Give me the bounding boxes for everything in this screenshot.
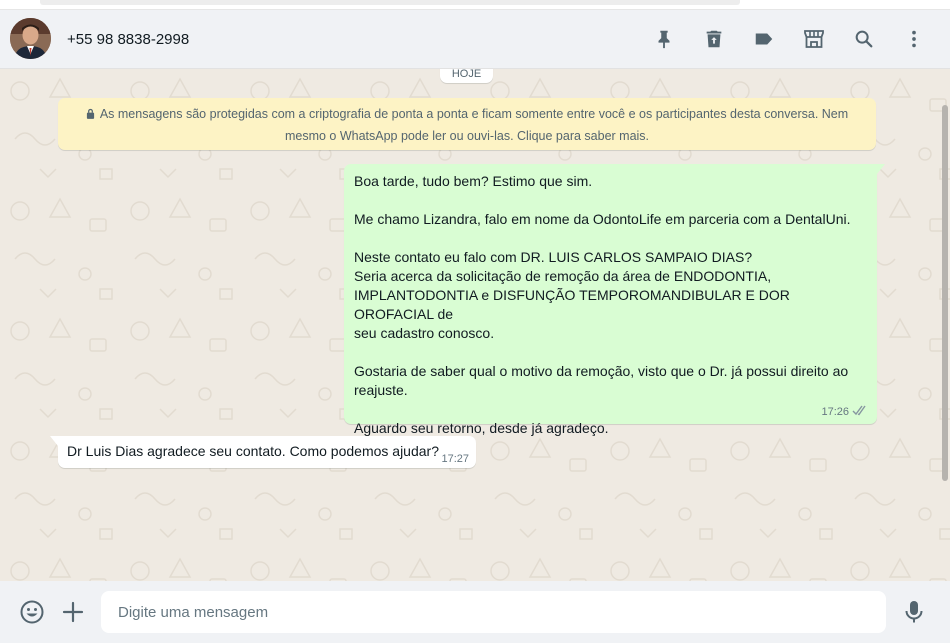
chat-scrollbar[interactable]	[940, 69, 950, 581]
trash-icon[interactable]	[702, 27, 726, 51]
avatar-image	[10, 18, 51, 59]
message-text: Boa tarde, tudo bem? Estimo que sim. Me …	[354, 173, 851, 436]
store-icon[interactable]	[802, 27, 826, 51]
contact-name[interactable]: +55 98 8838-2998	[67, 31, 189, 48]
browser-top-strip	[0, 0, 950, 10]
read-ticks-icon	[852, 405, 868, 419]
date-chip: HOJE	[440, 69, 493, 83]
message-text: Dr Luis Dias agradece seu contato. Como …	[67, 443, 439, 459]
encryption-notice[interactable]: As mensagens são protegidas com a cripto…	[58, 98, 876, 150]
message-outgoing[interactable]: Boa tarde, tudo bem? Estimo que sim. Me …	[344, 164, 885, 436]
microphone-icon[interactable]	[900, 598, 928, 626]
search-icon[interactable]	[852, 27, 876, 51]
message-incoming[interactable]: Dr Luis Dias agradece seu contato. Como …	[50, 436, 476, 468]
message-time: 17:26	[821, 406, 849, 418]
more-vertical-icon[interactable]	[902, 27, 926, 51]
compose-bar	[0, 581, 950, 643]
avatar[interactable]	[10, 18, 51, 59]
bubble-tail-incoming	[50, 436, 58, 446]
pin-icon[interactable]	[652, 27, 676, 51]
message-meta: 17:27	[441, 453, 469, 465]
chat-panel[interactable]: HOJE As mensagens são protegidas com a c…	[0, 69, 950, 581]
bubble-tail-outgoing	[877, 164, 885, 174]
lock-icon	[86, 105, 95, 126]
scrollbar-thumb[interactable]	[942, 105, 948, 481]
encryption-notice-text: As mensagens são protegidas com a cripto…	[99, 107, 849, 143]
message-meta: 17:26	[821, 405, 868, 419]
attach-plus-icon[interactable]	[59, 598, 87, 626]
label-icon[interactable]	[752, 27, 776, 51]
message-input[interactable]	[101, 591, 886, 633]
emoji-icon[interactable]	[18, 598, 46, 626]
top-strip-bar	[40, 0, 740, 5]
chat-header: +55 98 8838-2998	[0, 10, 950, 69]
message-time: 17:27	[441, 453, 469, 465]
